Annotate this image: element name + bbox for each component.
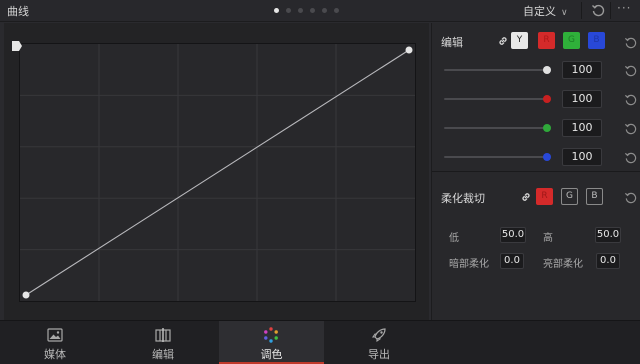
slider-track[interactable] bbox=[444, 127, 547, 129]
low-soft-input[interactable]: 0.0 bbox=[500, 253, 524, 269]
slider-track[interactable] bbox=[444, 98, 547, 100]
high-label: 高 bbox=[543, 233, 553, 244]
divider bbox=[581, 2, 582, 19]
reset-icon[interactable] bbox=[624, 64, 637, 77]
link-icon[interactable] bbox=[520, 191, 532, 203]
media-icon bbox=[47, 328, 63, 342]
chevron-down-icon: ∨ bbox=[561, 8, 568, 18]
reset-icon[interactable] bbox=[624, 191, 637, 204]
soft-clip-channel-r[interactable]: R bbox=[536, 188, 553, 205]
page-dot[interactable] bbox=[286, 8, 291, 13]
page-indicator bbox=[274, 8, 339, 13]
nav-label-edit: 编辑 bbox=[152, 348, 174, 361]
more-options-icon[interactable]: ··· bbox=[617, 1, 631, 15]
slider-knob[interactable] bbox=[543, 95, 551, 103]
edit-section-label: 编辑 bbox=[441, 36, 463, 49]
deliver-icon bbox=[371, 328, 386, 343]
high-soft-input[interactable]: 0.0 bbox=[596, 253, 620, 269]
preset-dropdown[interactable]: 自定义 ∨ bbox=[523, 3, 568, 19]
curve-control-point[interactable] bbox=[405, 46, 413, 54]
channel-button-b[interactable]: B bbox=[588, 32, 605, 49]
nav-item-edit[interactable]: 编辑 bbox=[113, 321, 213, 364]
reset-icon[interactable] bbox=[624, 36, 637, 49]
curve-plot bbox=[22, 46, 413, 299]
page-dot[interactable] bbox=[310, 8, 315, 13]
slider-value-input[interactable]: 100 bbox=[562, 119, 602, 137]
slider-knob[interactable] bbox=[543, 153, 551, 161]
divider bbox=[610, 2, 611, 19]
low-label: 低 bbox=[449, 233, 459, 244]
page-dot[interactable] bbox=[334, 8, 339, 13]
channel-button-y[interactable]: Y bbox=[511, 32, 528, 49]
slider-value-input[interactable]: 100 bbox=[562, 61, 602, 79]
slider-track[interactable] bbox=[444, 69, 547, 71]
soft-clip-channel-b[interactable]: B bbox=[586, 188, 603, 205]
curve-graph[interactable] bbox=[19, 43, 416, 302]
color-icon bbox=[264, 327, 278, 343]
low-soft-label: 暗部柔化 bbox=[449, 259, 489, 270]
link-icon[interactable] bbox=[497, 35, 509, 47]
page-nav-bar: 媒体 编辑 调色 导出 bbox=[0, 320, 640, 364]
reset-icon[interactable] bbox=[624, 151, 637, 164]
reset-icon[interactable] bbox=[624, 122, 637, 135]
slider-value-input[interactable]: 100 bbox=[562, 90, 602, 108]
channel-button-g[interactable]: G bbox=[563, 32, 580, 49]
page-dot[interactable] bbox=[298, 8, 303, 13]
curve-line bbox=[25, 49, 410, 296]
slider-value-input[interactable]: 100 bbox=[562, 148, 602, 166]
nav-label-deliver: 导出 bbox=[368, 348, 390, 361]
preset-label: 自定义 bbox=[523, 5, 556, 18]
page-dot[interactable] bbox=[274, 8, 279, 13]
high-input[interactable]: 50.0 bbox=[595, 227, 621, 243]
panel-title: 曲线 bbox=[7, 5, 29, 18]
curve-editor bbox=[4, 23, 429, 320]
nav-label-media: 媒体 bbox=[44, 348, 66, 361]
high-soft-label: 亮部柔化 bbox=[543, 259, 583, 270]
nav-item-deliver[interactable]: 导出 bbox=[329, 321, 429, 364]
slider-track[interactable] bbox=[444, 156, 547, 158]
reset-icon[interactable] bbox=[624, 93, 637, 106]
nav-item-color[interactable]: 调色 bbox=[219, 321, 324, 364]
edit-page-icon bbox=[155, 328, 171, 342]
low-input[interactable]: 50.0 bbox=[500, 227, 526, 243]
curve-control-point[interactable] bbox=[22, 291, 30, 299]
slider-knob[interactable] bbox=[543, 124, 551, 132]
soft-clip-channel-g[interactable]: G bbox=[561, 188, 578, 205]
nav-label-color: 调色 bbox=[260, 348, 283, 361]
slider-knob[interactable] bbox=[543, 66, 551, 74]
reset-icon[interactable] bbox=[591, 3, 605, 17]
soft-clip-section-label: 柔化裁切 bbox=[441, 192, 485, 205]
nav-item-media[interactable]: 媒体 bbox=[5, 321, 105, 364]
page-dot[interactable] bbox=[322, 8, 327, 13]
curve-handle-icon[interactable] bbox=[10, 39, 24, 53]
section-divider bbox=[432, 171, 640, 172]
curve-settings-panel: 编辑 YRGB 100 100 100 100 柔化裁切 RGB 低 50.0 高 5… bbox=[431, 23, 640, 320]
channel-button-r[interactable]: R bbox=[538, 32, 555, 49]
top-bar: 曲线 自定义 ∨ ··· bbox=[0, 0, 640, 22]
